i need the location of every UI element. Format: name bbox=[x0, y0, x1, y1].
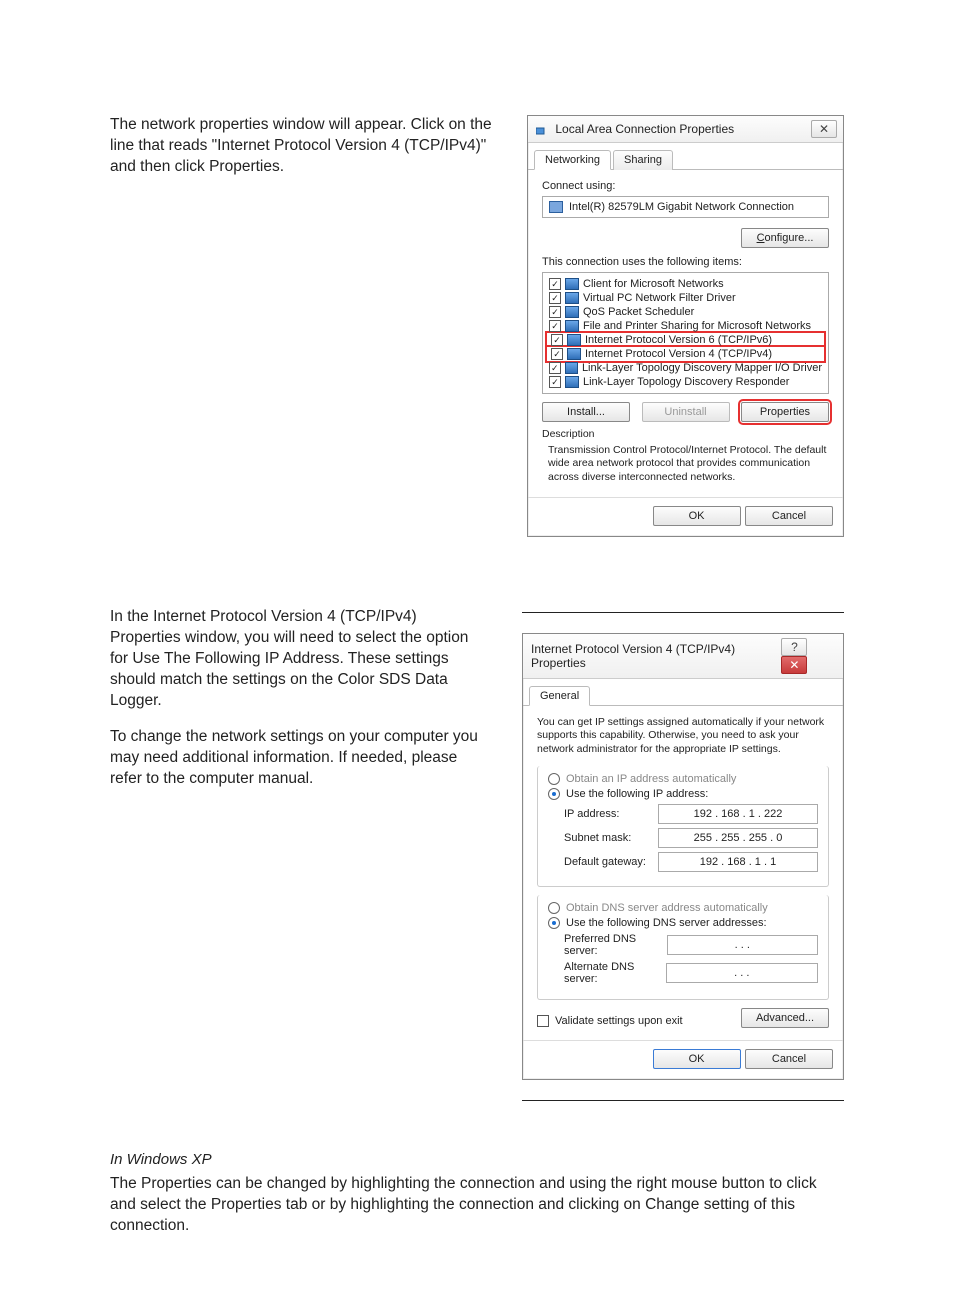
network-adapter-name: Intel(R) 82579LM Gigabit Network Connect… bbox=[569, 201, 794, 213]
configure-button[interactable]: Configure... bbox=[741, 228, 829, 248]
windows-xp-paragraph: The Properties can be changed by highlig… bbox=[110, 1174, 844, 1237]
preferred-dns-field[interactable]: . . . bbox=[667, 935, 818, 955]
close-icon[interactable]: ✕ bbox=[811, 120, 837, 138]
description-text: Transmission Control Protocol/Internet P… bbox=[542, 442, 829, 485]
instruction-paragraph-3: To change the network settings on your c… bbox=[110, 727, 487, 790]
list-item[interactable]: ✓Link-Layer Topology Discovery Mapper I/… bbox=[545, 361, 826, 375]
ipv4-intro-text: You can get IP settings assigned automat… bbox=[537, 716, 829, 757]
ipv4-properties-dialog: Internet Protocol Version 4 (TCP/IPv4) P… bbox=[522, 633, 844, 1081]
windows-xp-heading: In Windows XP bbox=[110, 1151, 844, 1168]
alternate-dns-field[interactable]: . . . bbox=[666, 963, 818, 983]
default-gateway-field[interactable]: 192 . 168 . 1 . 1 bbox=[658, 852, 818, 872]
default-gateway-label: Default gateway: bbox=[564, 856, 646, 868]
description-heading: Description bbox=[542, 428, 829, 442]
cancel-button[interactable]: Cancel bbox=[745, 1049, 833, 1069]
tab-networking[interactable]: Networking bbox=[534, 150, 611, 170]
validate-checkbox[interactable]: Validate settings upon exit bbox=[537, 1015, 683, 1027]
uses-items-label: This connection uses the following items… bbox=[542, 256, 829, 268]
tab-sharing[interactable]: Sharing bbox=[613, 150, 673, 170]
connection-items-list[interactable]: ✓Client for Microsoft Networks ✓Virtual … bbox=[542, 272, 829, 394]
close-icon[interactable]: ✕ bbox=[781, 656, 807, 674]
radio-obtain-dns-auto: Obtain DNS server address automatically bbox=[548, 902, 818, 914]
instruction-paragraph-2: In the Internet Protocol Version 4 (TCP/… bbox=[110, 607, 487, 712]
dialog-title: Local Area Connection Properties bbox=[555, 122, 734, 136]
ip-address-field[interactable]: 192 . 168 . 1 . 222 bbox=[658, 804, 818, 824]
subnet-mask-label: Subnet mask: bbox=[564, 832, 631, 844]
list-item[interactable]: ✓Client for Microsoft Networks bbox=[545, 277, 826, 291]
nic-icon bbox=[549, 201, 563, 213]
subnet-mask-field[interactable]: 255 . 255 . 255 . 0 bbox=[658, 828, 818, 848]
radio-use-following-ip[interactable]: Use the following IP address: bbox=[548, 788, 818, 800]
radio-obtain-ip-auto[interactable]: Obtain an IP address automatically bbox=[548, 773, 818, 785]
help-icon[interactable]: ? bbox=[781, 638, 807, 656]
list-item[interactable]: ✓QoS Packet Scheduler bbox=[545, 305, 826, 319]
preferred-dns-label: Preferred DNS server: bbox=[564, 933, 667, 957]
list-item[interactable]: ✓Link-Layer Topology Discovery Responder bbox=[545, 375, 826, 389]
dialog-title: Internet Protocol Version 4 (TCP/IPv4) P… bbox=[531, 642, 777, 670]
ok-button[interactable]: OK bbox=[653, 506, 741, 526]
tab-general[interactable]: General bbox=[529, 686, 590, 706]
list-item[interactable]: ✓File and Printer Sharing for Microsoft … bbox=[545, 319, 826, 333]
ok-button[interactable]: OK bbox=[653, 1049, 741, 1069]
properties-button[interactable]: Properties bbox=[741, 402, 829, 422]
alternate-dns-label: Alternate DNS server: bbox=[564, 961, 666, 985]
network-adapter-box: Intel(R) 82579LM Gigabit Network Connect… bbox=[542, 196, 829, 218]
local-area-connection-dialog: Local Area Connection Properties ✕ Netwo… bbox=[527, 115, 844, 537]
dialog-icon bbox=[536, 125, 546, 135]
connect-using-label: Connect using: bbox=[542, 180, 829, 192]
separator-line bbox=[522, 1100, 844, 1101]
radio-use-following-dns[interactable]: Use the following DNS server addresses: bbox=[548, 917, 818, 929]
cancel-button[interactable]: Cancel bbox=[745, 506, 833, 526]
separator-line bbox=[522, 612, 844, 613]
ip-address-label: IP address: bbox=[564, 808, 619, 820]
uninstall-button[interactable]: Uninstall bbox=[642, 402, 730, 422]
list-item[interactable]: ✓Virtual PC Network Filter Driver bbox=[545, 291, 826, 305]
instruction-paragraph-1: The network properties window will appea… bbox=[110, 115, 492, 537]
install-button[interactable]: Install... bbox=[542, 402, 630, 422]
advanced-button[interactable]: Advanced... bbox=[741, 1008, 829, 1028]
